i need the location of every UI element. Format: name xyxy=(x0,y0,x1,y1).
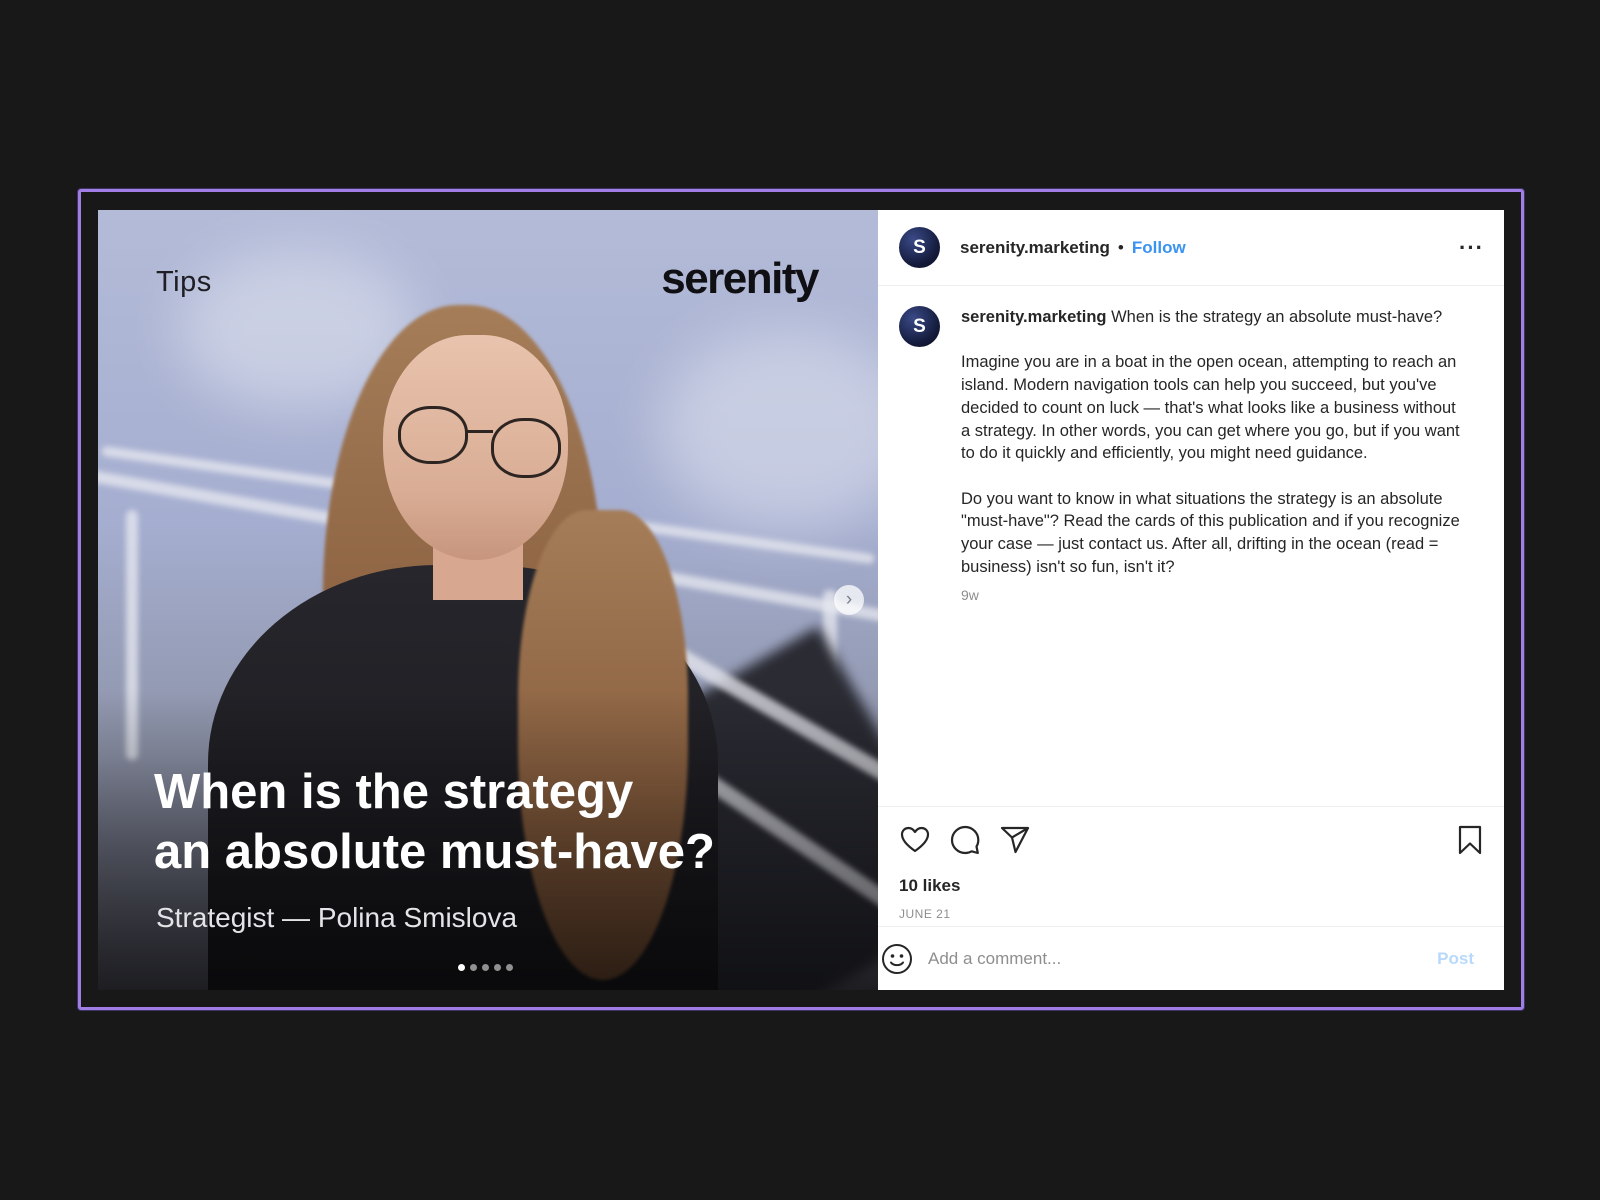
separator-dot: • xyxy=(1117,237,1124,257)
bookmark-icon xyxy=(1458,825,1482,854)
comment-input[interactable] xyxy=(928,948,1438,969)
next-slide-button[interactable]: › xyxy=(834,585,864,615)
caption-age[interactable]: 9w xyxy=(961,584,1464,607)
glasses-lens xyxy=(398,406,468,464)
post-header: S serenity.marketing • Follow ··· xyxy=(878,210,1504,286)
share-icon xyxy=(1000,826,1030,853)
image-byline: Strategist — Polina Smislova xyxy=(156,902,518,933)
carousel-dot xyxy=(470,964,477,971)
action-bar xyxy=(878,806,1504,872)
category-label: Tips xyxy=(156,266,212,298)
username-link[interactable]: serenity.marketing xyxy=(960,238,1110,258)
glasses-lens xyxy=(491,418,561,478)
headline-line: an absolute must-have? xyxy=(154,825,715,879)
post-date: JUNE 21 xyxy=(899,907,951,921)
save-button[interactable] xyxy=(1454,824,1486,856)
carousel-dot xyxy=(482,964,489,971)
carousel-indicator xyxy=(458,964,513,971)
instagram-post: Tips serenity When is the strategy an ab… xyxy=(98,210,1504,990)
carousel-dot xyxy=(506,964,513,971)
heart-icon xyxy=(900,826,930,852)
like-button[interactable] xyxy=(899,824,931,856)
chevron-right-icon: › xyxy=(845,589,853,610)
caption-area: S serenity.marketing When is the strateg… xyxy=(878,286,1504,806)
caption-title: When is the strategy an absolute must-ha… xyxy=(1111,308,1443,326)
headline-line: When is the strategy xyxy=(154,765,634,819)
comment-button[interactable] xyxy=(949,824,981,856)
share-button[interactable] xyxy=(999,824,1031,856)
emoji-icon xyxy=(882,943,912,974)
post-image[interactable]: Tips serenity When is the strategy an ab… xyxy=(98,210,878,990)
avatar[interactable]: S xyxy=(899,227,940,268)
caption-paragraph: Do you want to know in what situations t… xyxy=(961,489,1460,576)
image-headline: When is the strategy an absolute must-ha… xyxy=(154,762,774,882)
post-comment-button[interactable]: Post xyxy=(1437,949,1474,969)
glasses-bridge xyxy=(466,430,493,433)
comment-icon xyxy=(950,825,980,854)
sky-cloud xyxy=(658,330,878,530)
carousel-dot xyxy=(494,964,501,971)
carousel-dot xyxy=(458,964,465,971)
caption-first-line: serenity.marketing When is the strategy … xyxy=(961,306,1464,329)
follow-button[interactable]: Follow xyxy=(1132,238,1186,258)
comment-bar: Post xyxy=(878,926,1504,990)
post-panel: S serenity.marketing • Follow ··· S sere… xyxy=(878,210,1504,990)
avatar[interactable]: S xyxy=(899,306,940,347)
caption-text: serenity.marketing When is the strategy … xyxy=(961,306,1464,806)
more-options-icon[interactable]: ··· xyxy=(1453,235,1490,261)
brand-logo: serenity xyxy=(661,254,819,303)
emoji-button[interactable] xyxy=(880,942,914,976)
likes-count[interactable]: 10 likes xyxy=(878,872,1504,902)
caption-paragraph: Imagine you are in a boat in the open oc… xyxy=(961,353,1460,463)
caption-username-link[interactable]: serenity.marketing xyxy=(961,308,1107,326)
